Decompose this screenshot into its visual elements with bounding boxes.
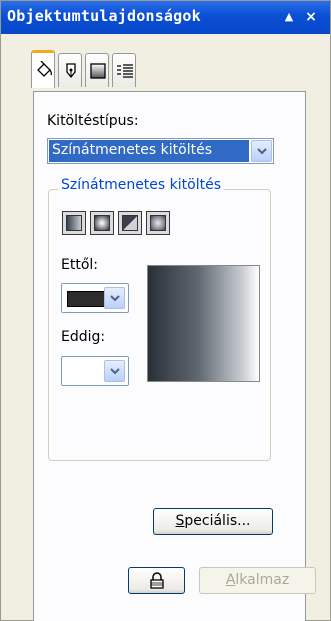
chevron-down-icon <box>257 148 267 155</box>
apply-button[interactable]: Alkalmaz <box>199 567 316 594</box>
gradient-group-title: Színátmenetes kitöltés <box>58 177 224 193</box>
square-gradient-icon <box>90 63 106 79</box>
special-button[interactable]: Speciális... <box>153 508 273 535</box>
fill-type-value: Színátmenetes kitöltés <box>49 140 249 162</box>
list-icon <box>117 64 133 78</box>
tab-outline[interactable] <box>58 53 82 87</box>
close-icon[interactable]: × <box>303 9 319 25</box>
pen-nib-icon <box>66 63 76 79</box>
chevron-down-icon <box>110 295 120 302</box>
apply-button-accel: A <box>225 572 236 588</box>
tab-fill[interactable] <box>31 50 55 88</box>
linear-gradient-button[interactable] <box>62 211 86 235</box>
radial-gradient-button[interactable] <box>90 211 114 235</box>
window-title: Objektumtulajdonságok <box>7 7 201 25</box>
to-color-dropdown-button[interactable] <box>104 360 125 382</box>
to-color-label: Eddig: <box>61 329 106 345</box>
conical-gradient-button[interactable] <box>118 211 142 235</box>
paint-bucket-icon <box>37 61 52 77</box>
title-bar: Objektumtulajdonságok ▲ × <box>1 1 330 34</box>
fill-type-dropdown-button[interactable] <box>251 140 272 162</box>
square-gradient-button[interactable] <box>146 211 170 235</box>
fill-type-label: Kitöltéstípus: <box>47 113 139 129</box>
apply-button-label: lkalmaz <box>235 572 290 588</box>
gradient-preview <box>147 265 260 382</box>
to-color-swatch <box>67 364 105 380</box>
from-color-label: Ettől: <box>61 257 98 273</box>
tab-general[interactable] <box>112 53 136 87</box>
special-button-label: peciális... <box>184 513 251 529</box>
chevron-down-icon <box>110 368 120 375</box>
fill-type-dropdown[interactable]: Színátmenetes kitöltés <box>47 138 274 164</box>
to-color-picker[interactable] <box>61 356 129 386</box>
lock-icon <box>150 572 164 589</box>
pin-icon[interactable]: ▲ <box>281 9 297 25</box>
from-color-swatch <box>67 291 105 307</box>
object-properties-docker: Objektumtulajdonságok ▲ × Kitöltéstípus:… <box>0 0 331 621</box>
from-color-dropdown-button[interactable] <box>104 287 125 309</box>
tab-transparency[interactable] <box>85 53 109 87</box>
from-color-picker[interactable] <box>61 283 129 313</box>
lock-button[interactable] <box>128 567 185 594</box>
